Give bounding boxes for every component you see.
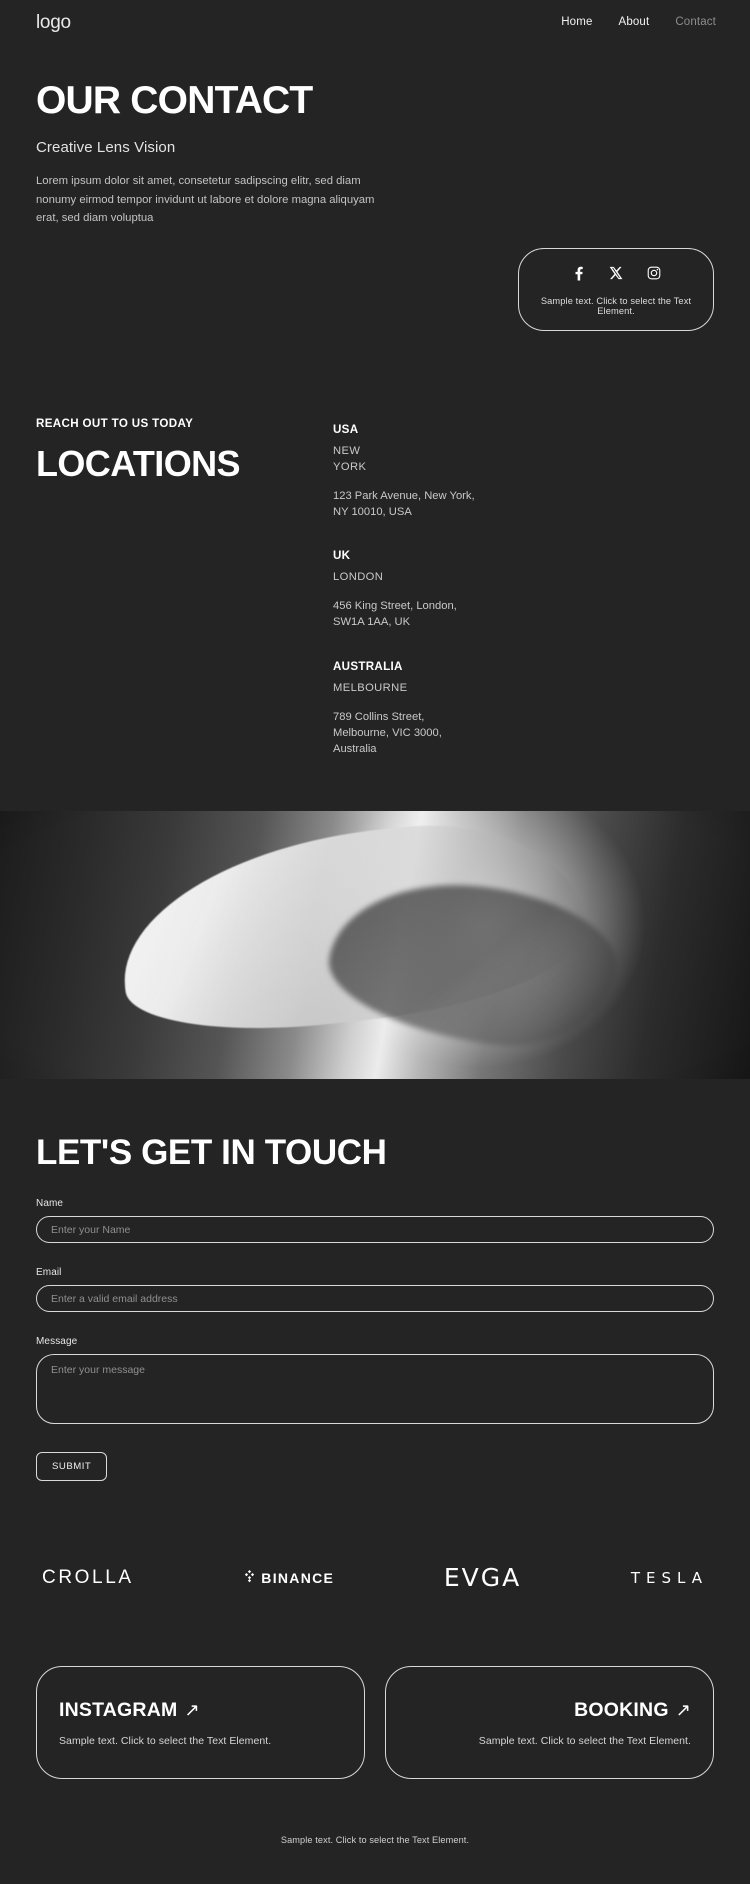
name-label: Name [36,1198,64,1210]
locations-heading-column: REACH OUT TO US TODAY LOCATIONS [36,417,333,757]
brand-logo-evga: EVGA [443,1563,522,1593]
cta-card-booking[interactable]: BOOKING ↗ Sample text. Click to select t… [385,1666,714,1780]
hero-subtitle: Creative Lens Vision [36,139,176,157]
submit-button[interactable]: SUBMIT [36,1452,108,1482]
location-address-line: 123 Park Avenue, New York, [333,489,475,502]
arrow-up-right-icon: ↗ [184,1700,200,1721]
form-title: LET'S GET IN TOUCH [36,1133,387,1173]
location-address: 123 Park Avenue, New York, NY 10010, USA [333,488,714,520]
nav-item-about[interactable]: About [619,16,650,28]
cta-card-row: INSTAGRAM ↗ Sample text. Click to select… [0,1592,750,1780]
location-city-line: NEW [333,444,361,457]
location-address-line: Melbourne, VIC 3000, [333,726,442,739]
location-address-line: 456 King Street, London, [333,600,457,613]
location-item-australia: AUSTRALIA MELBOURNE 789 Collins Street, … [333,660,714,758]
location-country: USA [333,422,359,436]
location-item-usa: USA NEW YORK 123 Park Avenue, New York, … [333,423,714,520]
location-city: NEW YORK [333,444,714,476]
image-vignette [0,811,750,1080]
location-country: UK [333,549,351,563]
message-input[interactable] [36,1354,714,1425]
hero-image-band [0,811,750,1080]
cta-title: INSTAGRAM [59,1698,178,1721]
location-address: 456 King Street, London, SW1A 1AA, UK [333,598,714,630]
site-logo[interactable]: logo [36,13,71,32]
location-address-line: 789 Collins Street, [333,710,425,723]
field-name: Name [36,1198,714,1244]
x-twitter-icon[interactable] [609,266,623,280]
binance-diamond-icon [243,1569,256,1586]
main-navigation: Home About Contact [561,16,716,28]
hero-section: OUR CONTACT Creative Lens Vision Lorem i… [0,44,750,228]
arrow-up-right-icon: ↗ [675,1700,691,1721]
location-city-line: YORK [333,460,367,473]
locations-kicker: REACH OUT TO US TODAY [36,416,194,430]
page-title: OUR CONTACT [36,79,313,122]
email-input[interactable] [36,1285,714,1313]
locations-list: USA NEW YORK 123 Park Avenue, New York, … [333,417,714,757]
facebook-icon[interactable] [571,266,585,281]
cta-subtitle: Sample text. Click to select the Text El… [478,1734,691,1747]
locations-section: REACH OUT TO US TODAY LOCATIONS USA NEW … [0,331,750,757]
cta-title-wrap: INSTAGRAM ↗ [59,1699,342,1722]
message-label: Message [36,1336,78,1348]
cta-title: BOOKING [574,1698,669,1721]
social-icon-row [533,266,699,281]
email-label: Email [36,1267,62,1279]
location-address-line: Australia [333,743,377,756]
cta-title-wrap: BOOKING ↗ [408,1699,691,1722]
contact-page: logo Home About Contact OUR CONTACT Crea… [0,0,750,1884]
location-address-line: NY 10010, USA [333,506,412,519]
nav-item-home[interactable]: Home [561,16,592,28]
hero-body-text: Lorem ipsum dolor sit amet, consetetur s… [36,175,375,225]
site-header: logo Home About Contact [0,0,750,44]
brand-logo-strip: CROLLA BINANCE EVGA TESLA [0,1481,750,1592]
location-address: 789 Collins Street, Melbourne, VIC 3000,… [333,709,714,758]
field-email: Email [36,1267,714,1313]
location-country: AUSTRALIA [333,659,403,673]
location-city-line: MELBOURNE [333,681,408,694]
binance-wordmark: BINANCE [261,1569,335,1586]
cta-card-instagram[interactable]: INSTAGRAM ↗ Sample text. Click to select… [36,1666,365,1780]
instagram-icon[interactable] [647,266,661,280]
location-city: MELBOURNE [333,681,714,697]
brand-logo-tesla: TESLA [630,1568,708,1587]
nav-item-contact[interactable]: Contact [675,16,716,28]
social-card-wrapper: Sample text. Click to select the Text El… [0,228,750,331]
location-item-uk: UK LONDON 456 King Street, London, SW1A … [333,549,714,630]
social-card-caption: Sample text. Click to select the Text El… [540,295,692,316]
brand-logo-crolla: CROLLA [42,1566,134,1588]
field-message: Message [36,1336,714,1429]
cta-subtitle: Sample text. Click to select the Text El… [59,1734,272,1747]
location-city-line: LONDON [333,571,384,584]
location-address-line: SW1A 1AA, UK [333,616,411,629]
locations-title: LOCATIONS [36,442,241,484]
location-city: LONDON [333,570,714,586]
name-input[interactable] [36,1216,714,1244]
social-card: Sample text. Click to select the Text El… [518,247,714,331]
site-footer: Sample text. Click to select the Text El… [280,1835,470,1846]
brand-logo-binance: BINANCE [243,1569,335,1586]
contact-form-section: LET'S GET IN TOUCH Name Email Message SU… [0,1079,750,1482]
